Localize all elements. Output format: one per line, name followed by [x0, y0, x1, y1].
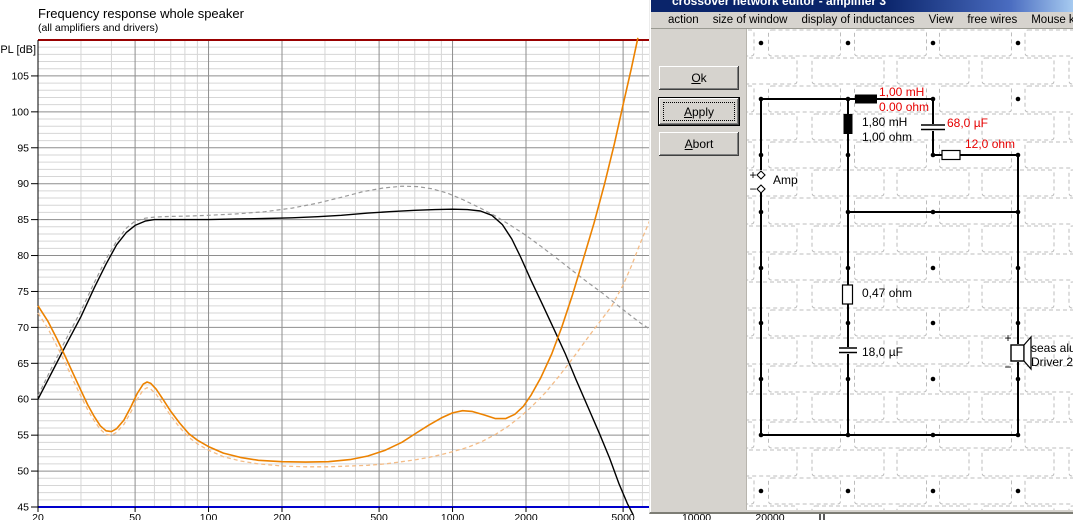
- titlebar[interactable]: crossover network editor - amplifier 3: [651, 0, 1073, 12]
- driver-plus-sign: +: [1004, 331, 1011, 345]
- y-tick-label: 105: [11, 70, 29, 82]
- curve-spl-total-dashed: [37, 185, 653, 396]
- x-tick-label: 2000: [514, 512, 538, 520]
- y-axis-label: SPL [dB]: [0, 44, 37, 56]
- crossover-editor-window: crossover network editor - amplifier 3 a…: [649, 0, 1073, 514]
- driver-symbol[interactable]: [1010, 344, 1025, 362]
- y-tick-label: 55: [17, 430, 29, 442]
- label-resistor2-value: 0,47 ohm: [862, 286, 912, 300]
- label-capacitor1-value: 68,0 µF: [947, 116, 988, 130]
- menu-item-display-of-inductances[interactable]: display of inductances: [794, 14, 921, 26]
- circuit-diagram: 1,00 mH0.00 ohm1,80 mH1,00 ohm 68,0 µF 12,…: [746, 29, 1073, 510]
- amp-terminal[interactable]: [756, 170, 766, 180]
- y-tick-label: 60: [17, 394, 29, 406]
- x-tick-label: 5000: [611, 512, 635, 520]
- label-inductor2-value: 1,80 mH: [862, 115, 907, 129]
- amp-minus-sign: −: [749, 182, 756, 196]
- inductor-2[interactable]: [843, 114, 853, 134]
- screen: 45 50 55 60 65 70 75 80 85 90 95 100 105 20 50 100 200 50…: [0, 0, 1073, 520]
- label-amp: Amp: [773, 173, 798, 187]
- y-tick-label: 80: [17, 250, 29, 262]
- x-tick-label: 200: [273, 512, 291, 520]
- inductor-1[interactable]: [855, 94, 877, 104]
- plot-title: Frequency response whole speaker: [38, 6, 244, 21]
- plot-subtitle: (all amplifiers and drivers): [38, 22, 159, 34]
- circuit-canvas[interactable]: 1,00 mH 0.00 ohm 1,80 mH 1,00 ohm 68,0 µF 12,…: [746, 29, 1073, 510]
- y-tick-label: 65: [17, 358, 29, 370]
- app-icon: [654, 0, 667, 8]
- y-tick-label: 75: [17, 286, 29, 298]
- abort-button[interactable]: Abort: [659, 132, 739, 156]
- label-resistor1-value: 12,0 ohm: [965, 137, 1015, 151]
- label-inductor1-resistance: 0.00 ohm: [879, 100, 929, 114]
- resistor-1[interactable]: [941, 149, 961, 161]
- menu-item-size-of-window[interactable]: size of window: [706, 14, 795, 26]
- driver-minus-sign: −: [1004, 360, 1011, 374]
- background-window-grip: [819, 513, 825, 520]
- ok-button[interactable]: Ok: [659, 66, 739, 90]
- apply-button[interactable]: Apply: [658, 97, 740, 126]
- menu-item-view[interactable]: View: [922, 14, 961, 26]
- x-tick-label: 500: [370, 512, 388, 520]
- y-tick-label: 95: [17, 142, 29, 154]
- menu-item-mouse-key-settings[interactable]: Mouse key settings: [1024, 14, 1073, 26]
- label-driver-line2: Driver 2: [1031, 355, 1073, 369]
- label-driver-line1: seas alu: [1031, 341, 1073, 355]
- button-panel: Ok Apply Abort: [652, 29, 747, 510]
- menu-item-action[interactable]: action: [661, 14, 706, 26]
- label-inductor1-value: 1,00 mH: [879, 85, 924, 99]
- menubar: action size of window display of inductanc…: [651, 12, 1073, 29]
- y-tick-label: 90: [17, 178, 29, 190]
- y-tick-label: 50: [17, 466, 29, 478]
- amp-terminal[interactable]: [756, 184, 766, 194]
- x-tick-label: 50: [129, 512, 141, 520]
- menu-item-free-wires[interactable]: free wires: [960, 14, 1024, 26]
- window-title: crossover network editor - amplifier 3: [672, 0, 887, 8]
- component-labels: 1,00 mH0.00 ohm1,80 mH1,00 ohm 68,0 µF 12,…: [749, 85, 1073, 374]
- x-tick-label: 20: [32, 512, 44, 520]
- y-tick-label: 100: [11, 106, 29, 118]
- y-tick-label: 45: [17, 502, 29, 514]
- x-tick-label: 1000: [441, 512, 465, 520]
- curve-impedance-solid: [37, 37, 639, 463]
- y-tick-label: 85: [17, 214, 29, 226]
- label-inductor2-resistance: 1,00 ohm: [862, 130, 912, 144]
- resistor-2[interactable]: [841, 284, 854, 305]
- y-tick-label: 70: [17, 322, 29, 334]
- curve-impedance-dashed: [37, 213, 654, 468]
- amp-plus-sign: +: [749, 168, 756, 182]
- x-tick-label: 100: [200, 512, 218, 520]
- label-capacitor2-value: 18,0 µF: [862, 345, 903, 359]
